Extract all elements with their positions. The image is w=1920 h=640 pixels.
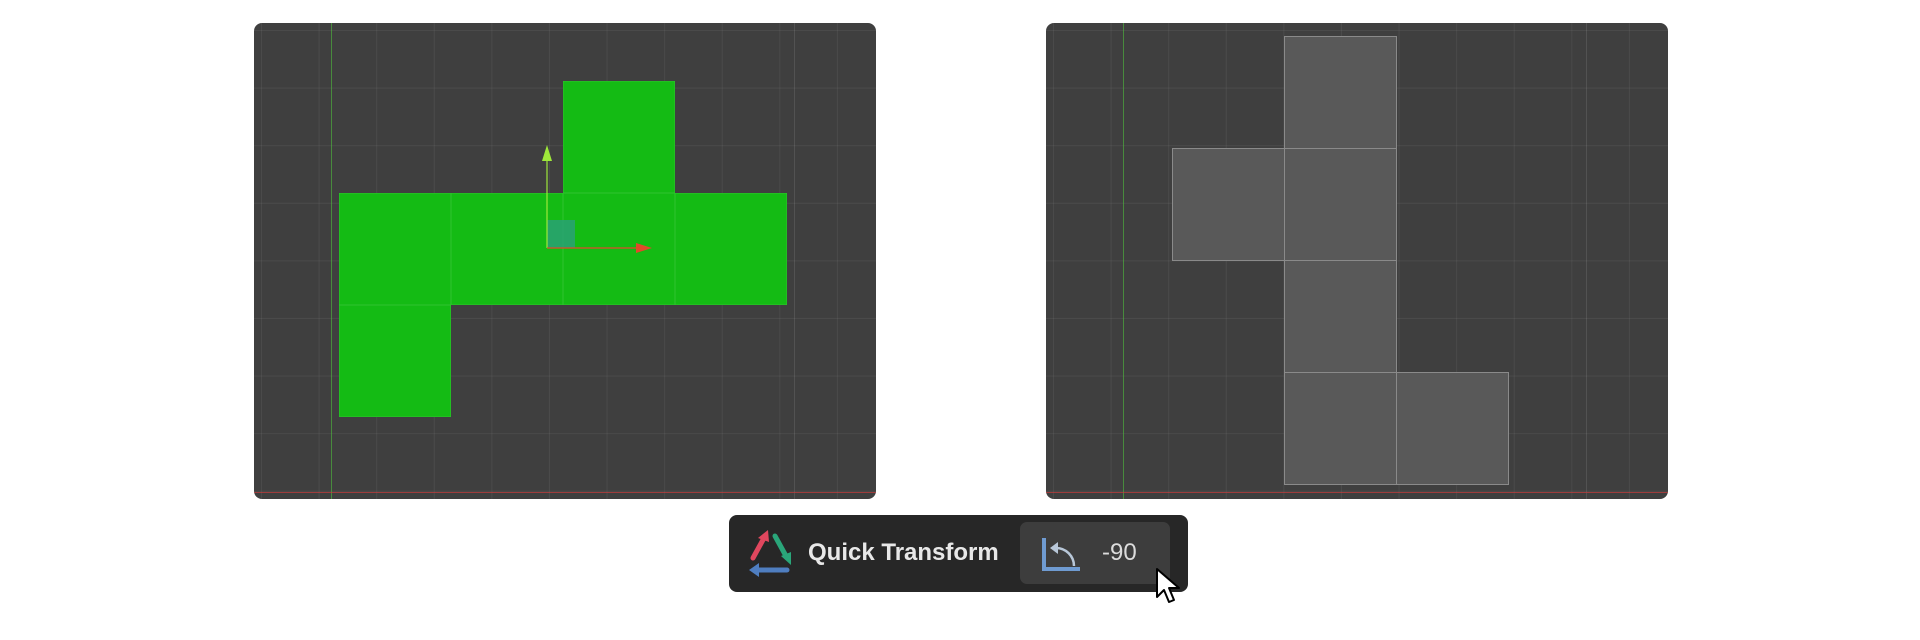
y-axis-line [1123,23,1124,499]
gizmo-center-handle [547,220,575,248]
ghost-cell [1284,36,1397,149]
gizmo-x-arrow [636,243,652,253]
rotate-angle-value[interactable]: -90 [1102,539,1137,567]
x-axis-line [1046,492,1668,493]
ghost-cell [1396,372,1509,485]
viewport-before[interactable] [254,23,876,499]
ghost-cell [1172,148,1285,261]
gizmo-y-arrow [542,145,552,161]
ghost-cell [1284,148,1397,261]
ghost-cell [1284,372,1397,485]
rotate-angle-field[interactable]: -90 [1020,522,1170,584]
ghost-cell [1284,260,1397,373]
transform-gizmo[interactable] [254,23,876,499]
mouse-pointer-icon [1155,567,1183,610]
quick-transform-logo-icon [745,528,797,585]
viewport-after[interactable] [1046,23,1668,499]
rotate-angle-icon [1040,536,1082,577]
grid-major-line [1586,23,1587,499]
toolbar-title: Quick Transform [808,539,999,566]
quick-transform-toolbar: Quick Transform -90 [729,515,1188,592]
